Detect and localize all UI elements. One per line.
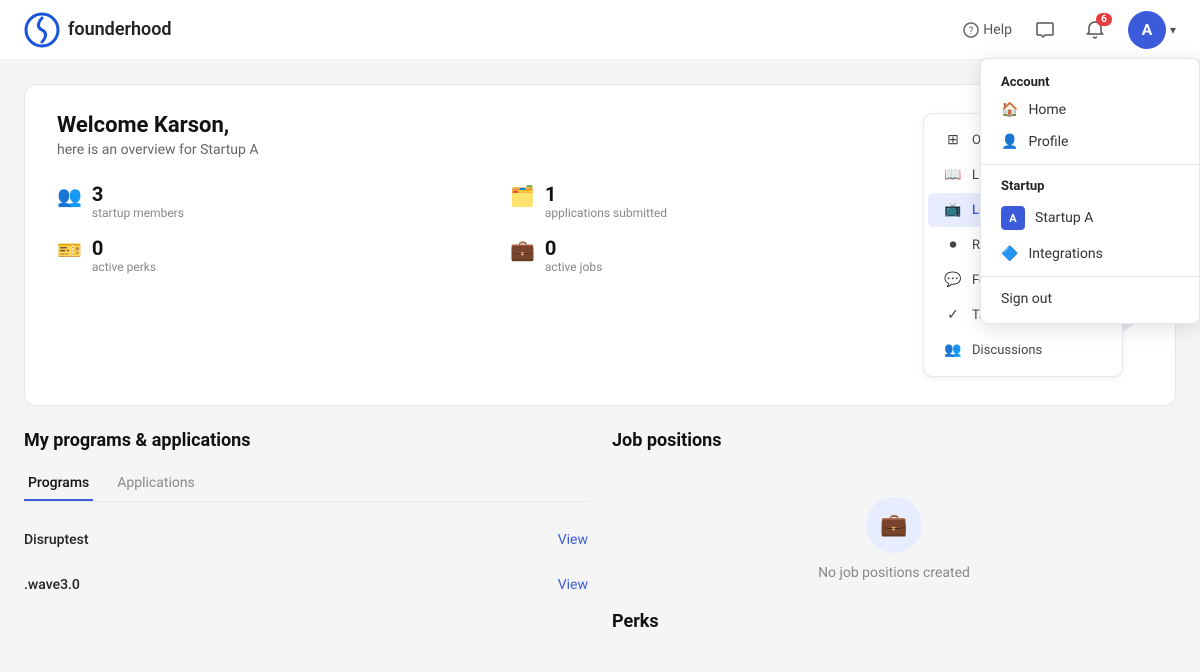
program-name-wave3: .wave3.0 bbox=[24, 577, 80, 593]
discussions-icon: 👥 bbox=[944, 342, 962, 358]
header-right: ? Help 6 A ▾ bbox=[963, 11, 1176, 49]
stat-perks: 🎫 0 active perks bbox=[57, 236, 470, 274]
stat-members: 👥 3 startup members bbox=[57, 182, 470, 220]
account-section-title: Account bbox=[981, 67, 1199, 94]
briefcase-icon: 💼 bbox=[880, 513, 907, 538]
stats-grid: 👥 3 startup members 🗂️ 1 applications su… bbox=[57, 182, 923, 274]
notifications-button[interactable]: 6 bbox=[1078, 13, 1112, 47]
tab-applications[interactable]: Applications bbox=[113, 467, 199, 501]
perks-title: Perks bbox=[612, 611, 1176, 632]
logo-area: founderhood bbox=[24, 12, 963, 48]
list-item: .wave3.0 View bbox=[24, 563, 588, 608]
notification-badge: 6 bbox=[1096, 13, 1112, 26]
tasks-icon: ✓ bbox=[944, 307, 962, 323]
welcome-subtitle: here is an overview for Startup A bbox=[57, 142, 923, 158]
integrations-menu-item[interactable]: 🔷 Integrations bbox=[981, 238, 1199, 270]
perks-count: 0 bbox=[92, 236, 156, 260]
home-icon: 🏠 bbox=[1001, 102, 1018, 118]
nav-item-discussions[interactable]: 👥 Discussions bbox=[928, 333, 1118, 367]
profile-icon: 👤 bbox=[1001, 134, 1018, 150]
jobs-count: 0 bbox=[545, 236, 602, 260]
sign-out-menu-item[interactable]: Sign out bbox=[981, 283, 1199, 315]
home-menu-item[interactable]: 🏠 Home bbox=[981, 94, 1199, 126]
programs-tabs: Programs Applications bbox=[24, 467, 588, 502]
stat-applications-content: 1 applications submitted bbox=[545, 182, 667, 220]
job-positions-empty-text: No job positions created bbox=[818, 565, 970, 581]
programs-list: Disruptest View .wave3.0 View bbox=[24, 518, 588, 608]
program-name-disruptest: Disruptest bbox=[24, 532, 89, 548]
stat-applications: 🗂️ 1 applications submitted bbox=[510, 182, 923, 220]
avatar[interactable]: A bbox=[1128, 11, 1166, 49]
stat-jobs: 💼 0 active jobs bbox=[510, 236, 923, 274]
dropdown-divider-1 bbox=[981, 164, 1199, 165]
chat-icon bbox=[1035, 20, 1055, 40]
briefcase-icon-circle: 💼 bbox=[866, 497, 922, 553]
jobs-icon: 💼 bbox=[510, 238, 535, 262]
welcome-left: Welcome Karson, here is an overview for … bbox=[57, 113, 923, 377]
dropdown-divider-2 bbox=[981, 276, 1199, 277]
programs-section: My programs & applications Programs Appl… bbox=[24, 430, 588, 648]
integrations-icon: 🔷 bbox=[1001, 246, 1018, 262]
members-label: startup members bbox=[92, 206, 184, 220]
forum-icon: 💬 bbox=[944, 272, 962, 288]
job-positions-title: Job positions bbox=[612, 430, 1176, 451]
stat-members-content: 3 startup members bbox=[92, 182, 184, 220]
applications-label: applications submitted bbox=[545, 206, 667, 220]
svg-text:?: ? bbox=[969, 26, 974, 37]
list-item: Disruptest View bbox=[24, 518, 588, 563]
live-icon: 📺 bbox=[944, 202, 962, 218]
members-count: 3 bbox=[92, 182, 184, 206]
overview-icon: ⊞ bbox=[944, 132, 962, 148]
help-button[interactable]: ? Help bbox=[963, 22, 1012, 38]
recordings-icon: ⏺ bbox=[944, 237, 962, 253]
members-icon: 👥 bbox=[57, 184, 82, 208]
stat-perks-content: 0 active perks bbox=[92, 236, 156, 274]
perks-label: active perks bbox=[92, 260, 156, 274]
library-icon: 📖 bbox=[944, 167, 962, 183]
view-wave3-link[interactable]: View bbox=[558, 577, 588, 593]
logo-text: founderhood bbox=[68, 19, 172, 40]
startup-section-title: Startup bbox=[981, 171, 1199, 198]
applications-icon: 🗂️ bbox=[510, 184, 535, 208]
tab-programs[interactable]: Programs bbox=[24, 467, 93, 501]
bottom-section: My programs & applications Programs Appl… bbox=[24, 430, 1176, 648]
programs-section-title: My programs & applications bbox=[24, 430, 588, 451]
perks-panel: Perks bbox=[612, 611, 1176, 632]
applications-count: 1 bbox=[545, 182, 667, 206]
startup-menu-item[interactable]: A Startup A bbox=[981, 198, 1199, 238]
job-positions-empty-state: 💼 No job positions created bbox=[612, 467, 1176, 611]
jobs-label: active jobs bbox=[545, 260, 602, 274]
welcome-title: Welcome Karson, bbox=[57, 113, 923, 138]
view-disruptest-link[interactable]: View bbox=[558, 532, 588, 548]
logo-icon bbox=[24, 12, 60, 48]
startup-avatar: A bbox=[1001, 206, 1025, 230]
nav-label-discussions: Discussions bbox=[972, 343, 1042, 358]
stat-jobs-content: 0 active jobs bbox=[545, 236, 602, 274]
perks-icon: 🎫 bbox=[57, 238, 82, 262]
header: founderhood ? Help 6 A ▾ bbox=[0, 0, 1200, 60]
chevron-down-icon: ▾ bbox=[1170, 23, 1176, 37]
avatar-dropdown[interactable]: A ▾ bbox=[1128, 11, 1176, 49]
account-dropdown-menu: Account 🏠 Home 👤 Profile Startup A Start… bbox=[980, 58, 1200, 324]
chat-button[interactable] bbox=[1028, 13, 1062, 47]
help-icon: ? bbox=[963, 22, 979, 38]
right-panels: Job positions 💼 No job positions created… bbox=[612, 430, 1176, 648]
profile-menu-item[interactable]: 👤 Profile bbox=[981, 126, 1199, 158]
job-positions-panel: Job positions 💼 No job positions created bbox=[612, 430, 1176, 611]
